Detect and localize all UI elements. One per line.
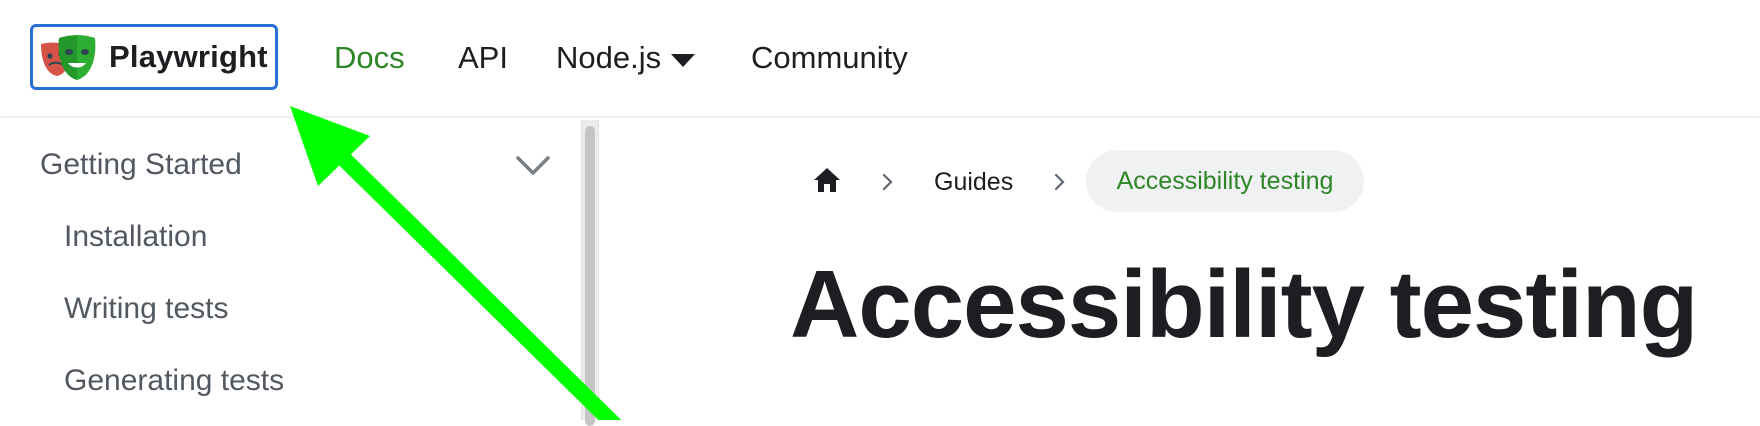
nav-link-docs[interactable]: Docs bbox=[334, 40, 405, 76]
breadcrumb-item-guides[interactable]: Guides bbox=[934, 168, 1013, 197]
chevron-down-icon[interactable] bbox=[514, 152, 552, 180]
sidebar-item-writing-tests[interactable]: Writing tests bbox=[64, 292, 229, 326]
language-dropdown[interactable]: Node.js bbox=[556, 40, 696, 76]
brand-title: Playwright bbox=[109, 39, 268, 74]
top-navbar: Playwright Docs API Node.js Community bbox=[0, 0, 1760, 116]
scrollbar-thumb[interactable] bbox=[585, 126, 595, 426]
home-icon[interactable] bbox=[812, 166, 842, 194]
sidebar-scrollbar[interactable] bbox=[581, 120, 599, 426]
nav-link-api[interactable]: API bbox=[458, 40, 508, 76]
sidebar-item-generating-tests[interactable]: Generating tests bbox=[64, 364, 284, 398]
language-dropdown-label: Node.js bbox=[556, 40, 662, 75]
chevron-right-icon bbox=[882, 173, 893, 191]
breadcrumb-item-current: Accessibility testing bbox=[1086, 150, 1364, 212]
page-title: Accessibility testing bbox=[790, 251, 1698, 358]
sidebar-item-installation[interactable]: Installation bbox=[64, 220, 207, 254]
brand-link[interactable]: Playwright bbox=[30, 24, 278, 90]
chevron-right-icon bbox=[1054, 173, 1065, 191]
caret-down-icon bbox=[671, 53, 696, 67]
nav-link-community[interactable]: Community bbox=[751, 40, 908, 76]
sidebar-category-getting-started[interactable]: Getting Started bbox=[40, 148, 242, 182]
playwright-logo-icon bbox=[41, 35, 96, 80]
